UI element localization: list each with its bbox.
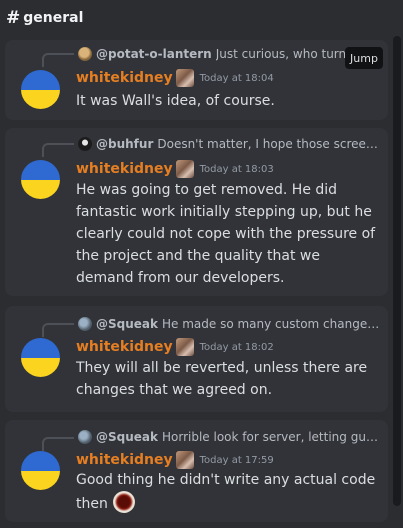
channel-name: general	[23, 10, 84, 26]
squeak-avatar-icon[interactable]	[78, 317, 92, 331]
role-icon[interactable]	[175, 160, 194, 178]
reply-username[interactable]: @buhfur	[96, 137, 153, 151]
username[interactable]: whitekidney	[76, 70, 173, 86]
reply-preview[interactable]: @buhfur Doesn't matter, I hope those scr…	[78, 135, 382, 153]
message-header: whitekidney Today at 18:02	[76, 337, 274, 357]
message-text: They will all be reverted, unless there …	[76, 360, 368, 398]
reply-text[interactable]: He made so many custom changes…	[162, 317, 382, 331]
reply-connector	[42, 53, 74, 67]
reply-username[interactable]: @Squeak	[96, 430, 158, 444]
scrollbar-track[interactable]	[393, 36, 401, 528]
reply-preview[interactable]: @potat-o-lantern Just curious, who turne…	[78, 45, 382, 63]
reply-connector	[42, 323, 74, 337]
reply-username[interactable]: @Squeak	[96, 317, 158, 331]
reply-text[interactable]: Just curious, who turned	[216, 47, 361, 61]
timestamp[interactable]: Today at 18:04	[200, 73, 274, 84]
message-card[interactable]: @Squeak Horrible look for server, lettin…	[5, 420, 388, 522]
role-icon[interactable]	[175, 69, 194, 87]
message-header: whitekidney Today at 18:03	[76, 159, 274, 179]
avatar[interactable]	[21, 70, 60, 109]
jump-tooltip[interactable]: Jump	[345, 47, 383, 69]
username[interactable]: whitekidney	[76, 161, 173, 177]
potato-avatar-icon[interactable]	[78, 47, 92, 61]
scrollbar-thumb[interactable]	[393, 36, 401, 506]
reply-text[interactable]: Horrible look for server, letting guy …	[162, 430, 382, 444]
timestamp[interactable]: Today at 17:59	[200, 455, 274, 466]
message-card[interactable]: @buhfur Doesn't matter, I hope those scr…	[5, 128, 388, 296]
reply-connector	[42, 143, 74, 157]
message-text: He was going to get removed. He did fant…	[76, 182, 376, 286]
avatar[interactable]	[21, 451, 60, 490]
reply-preview[interactable]: @Squeak Horrible look for server, lettin…	[78, 428, 382, 446]
reply-username[interactable]: @potat-o-lantern	[96, 47, 212, 61]
username[interactable]: whitekidney	[76, 452, 173, 468]
timestamp[interactable]: Today at 18:02	[200, 342, 274, 353]
message-header: whitekidney Today at 18:04	[76, 68, 274, 88]
message-text: Good thing he didn't write any actual co…	[76, 469, 380, 515]
message-card[interactable]: @potat-o-lantern Just curious, who turne…	[5, 40, 388, 120]
message-card[interactable]: @Squeak He made so many custom changes… …	[5, 306, 388, 412]
eye-emoji-icon[interactable]	[113, 491, 136, 513]
message-text: It was Wall's idea, of course.	[76, 93, 275, 109]
username[interactable]: whitekidney	[76, 339, 173, 355]
timestamp[interactable]: Today at 18:03	[200, 164, 274, 175]
role-icon[interactable]	[175, 451, 194, 469]
avatar[interactable]	[21, 338, 60, 377]
chat-panel: # general @potat-o-lantern Just curious,…	[0, 0, 403, 528]
squeak-avatar-icon[interactable]	[78, 430, 92, 444]
channel-hash-icon: #	[6, 8, 21, 28]
channel-header[interactable]: # general	[0, 0, 403, 36]
role-icon[interactable]	[175, 338, 194, 356]
buhfur-avatar-icon[interactable]	[78, 137, 92, 151]
reply-text[interactable]: Doesn't matter, I hope those screen…	[157, 137, 382, 151]
reply-connector	[42, 437, 74, 451]
message-header: whitekidney Today at 17:59	[76, 450, 274, 470]
avatar[interactable]	[21, 160, 60, 199]
reply-preview[interactable]: @Squeak He made so many custom changes…	[78, 315, 382, 333]
